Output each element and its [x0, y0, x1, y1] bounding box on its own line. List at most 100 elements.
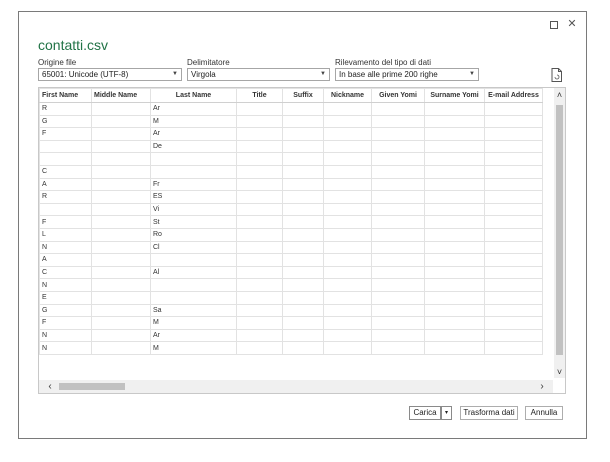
table-cell — [91, 328, 151, 343]
table-cell — [236, 316, 283, 330]
document-refresh-icon[interactable] — [551, 68, 563, 82]
file-origin-select[interactable]: 65001: Unicode (UTF-8) ▼ — [38, 68, 182, 81]
table-cell — [371, 139, 425, 154]
table-cell — [91, 341, 151, 355]
table-cell — [91, 240, 151, 255]
table-cell — [236, 202, 283, 217]
cancel-button[interactable]: Annulla — [525, 406, 563, 420]
horizontal-scrollbar[interactable]: ‹ › — [39, 380, 553, 393]
column-header[interactable]: Last Name — [150, 88, 237, 103]
table-cell — [323, 341, 372, 355]
table-cell — [150, 278, 237, 292]
close-button[interactable]: ✕ — [566, 18, 578, 30]
load-button[interactable]: Carica — [409, 406, 441, 420]
datatype-detection-select[interactable]: In base alle prime 200 righe ▼ — [335, 68, 479, 81]
table-cell — [91, 139, 151, 154]
load-dropdown-button[interactable]: ▾ — [441, 406, 452, 420]
table-cell — [323, 303, 372, 318]
table-cell — [150, 253, 237, 267]
datatype-detection-value: In base alle prime 200 righe — [339, 70, 438, 79]
table-cell — [424, 127, 485, 141]
table-cell — [236, 177, 283, 192]
column-header[interactable]: Suffix — [282, 88, 324, 103]
delimiter-label: Delimitatore — [187, 58, 230, 67]
table-cell — [323, 202, 372, 217]
scroll-up-icon[interactable]: ˄ — [554, 89, 565, 101]
table-cell — [323, 290, 372, 305]
table-cell: M — [150, 114, 237, 129]
table-cell — [371, 102, 425, 116]
table-cell — [282, 316, 324, 330]
table-cell — [282, 303, 324, 318]
scroll-left-icon[interactable]: ‹ — [45, 380, 55, 393]
table-cell — [371, 303, 425, 318]
table-cell — [371, 215, 425, 229]
table-cell — [282, 114, 324, 129]
table-cell — [91, 253, 151, 267]
table-cell — [484, 114, 543, 129]
table-cell — [91, 202, 151, 217]
column-header[interactable]: Middle Name — [91, 88, 151, 103]
column-header[interactable]: Nickname — [323, 88, 372, 103]
table-cell — [484, 202, 543, 217]
table-cell: Ar — [150, 127, 237, 141]
table-cell — [371, 164, 425, 179]
maximize-button[interactable] — [548, 18, 560, 30]
dialog-title: contatti.csv — [38, 37, 109, 53]
table-cell: Ro — [150, 227, 237, 242]
table-cell — [282, 240, 324, 255]
table-cell — [91, 177, 151, 192]
table-row: R ES — [39, 190, 543, 204]
table-cell — [91, 102, 151, 116]
table-cell — [282, 265, 324, 280]
transform-data-button[interactable]: Trasforma dati — [460, 406, 518, 420]
table-cell — [236, 152, 283, 166]
table-cell — [424, 215, 485, 229]
table-cell — [424, 102, 485, 116]
scroll-right-icon[interactable]: › — [537, 380, 547, 393]
table-cell — [91, 278, 151, 292]
table-cell — [424, 240, 485, 255]
column-header[interactable]: Given Yomi — [371, 88, 425, 103]
table-cell — [424, 278, 485, 292]
table-row: C — [39, 164, 543, 179]
table-cell — [282, 127, 324, 141]
table-cell — [91, 290, 151, 305]
table-cell — [91, 227, 151, 242]
table-cell — [371, 227, 425, 242]
column-header[interactable]: E-mail Address — [484, 88, 543, 103]
horizontal-scroll-thumb[interactable] — [59, 383, 125, 390]
table-row: De — [39, 139, 543, 154]
table-cell — [323, 265, 372, 280]
table-cell — [39, 152, 92, 166]
table-cell — [371, 290, 425, 305]
table-cell — [236, 240, 283, 255]
table-cell — [39, 202, 92, 217]
table-cell — [424, 114, 485, 129]
table-cell: L — [39, 227, 92, 242]
table-cell — [484, 127, 543, 141]
table-row: F Ar — [39, 127, 543, 141]
table-row: FM — [39, 316, 543, 330]
table-cell — [323, 278, 372, 292]
table-cell: N — [39, 328, 92, 343]
table-cell: Fr — [150, 177, 237, 192]
table-cell — [424, 202, 485, 217]
delimiter-select[interactable]: Virgola ▼ — [187, 68, 330, 81]
vertical-scroll-thumb[interactable] — [556, 105, 563, 355]
vertical-scrollbar[interactable]: ˄ ˅ — [554, 88, 565, 378]
column-header[interactable]: Title — [236, 88, 283, 103]
table-cell — [424, 164, 485, 179]
table-row: A Fr — [39, 177, 543, 192]
table-cell: St — [150, 215, 237, 229]
table-cell — [424, 265, 485, 280]
chevron-down-icon: ▼ — [172, 71, 178, 77]
table-cell — [371, 278, 425, 292]
table-cell: R — [39, 102, 92, 116]
table-row: N Ar — [39, 328, 543, 343]
column-header[interactable]: First Name — [39, 88, 92, 103]
table-cell — [236, 114, 283, 129]
column-header[interactable]: Surname Yomi — [424, 88, 485, 103]
table-cell — [371, 265, 425, 280]
scroll-down-icon[interactable]: ˅ — [554, 366, 565, 378]
